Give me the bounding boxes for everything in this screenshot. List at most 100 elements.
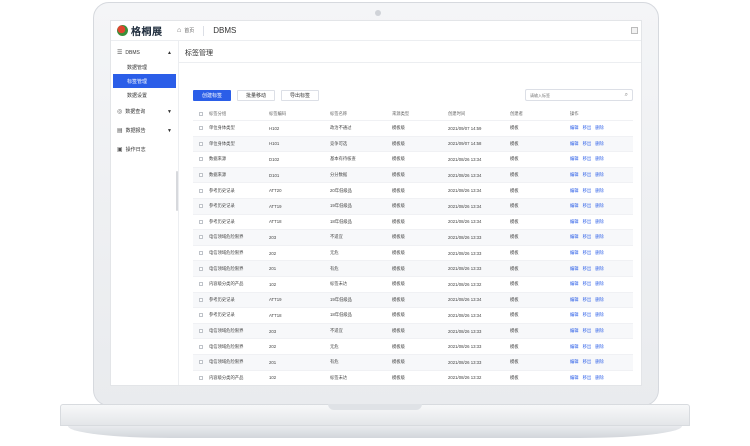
sidebar-item-data-management[interactable]: 数据管理	[111, 60, 178, 74]
avatar[interactable]	[631, 27, 638, 34]
row-checkbox[interactable]	[199, 282, 203, 287]
move-out-link[interactable]: 移出	[583, 219, 592, 225]
row-select-cell[interactable]	[193, 360, 209, 365]
row-checkbox[interactable]	[199, 157, 203, 162]
move-out-link[interactable]: 移出	[583, 141, 592, 147]
delete-link[interactable]: 删除	[595, 219, 604, 225]
delete-link[interactable]: 删除	[595, 125, 604, 131]
row-select-cell[interactable]	[193, 282, 209, 287]
move-out-link[interactable]: 移出	[583, 172, 592, 178]
delete-link[interactable]: 删除	[595, 188, 604, 194]
move-out-link[interactable]: 移出	[583, 297, 592, 303]
row-select-cell[interactable]	[193, 126, 209, 131]
row-select-cell[interactable]	[193, 313, 209, 318]
delete-link[interactable]: 删除	[595, 203, 604, 209]
row-checkbox[interactable]	[199, 126, 203, 131]
delete-link[interactable]: 删除	[595, 375, 604, 381]
edit-link[interactable]: 编辑	[570, 375, 579, 381]
sidebar-scrollbar[interactable]	[176, 171, 178, 211]
row-checkbox[interactable]	[199, 329, 203, 334]
edit-link[interactable]: 编辑	[570, 156, 579, 162]
row-checkbox[interactable]	[199, 297, 203, 302]
edit-link[interactable]: 编辑	[570, 312, 579, 318]
row-select-cell[interactable]	[193, 266, 209, 271]
edit-link[interactable]: 编辑	[570, 234, 579, 240]
row-checkbox[interactable]	[199, 266, 203, 271]
edit-link[interactable]: 编辑	[570, 297, 579, 303]
delete-link[interactable]: 删除	[595, 266, 604, 272]
row-select-cell[interactable]	[193, 219, 209, 224]
edit-link[interactable]: 编辑	[570, 219, 579, 225]
edit-link[interactable]: 编辑	[570, 172, 579, 178]
row-checkbox[interactable]	[199, 219, 203, 224]
edit-link[interactable]: 编辑	[570, 250, 579, 256]
move-out-link[interactable]: 移出	[583, 156, 592, 162]
move-out-link[interactable]: 移出	[583, 328, 592, 334]
delete-link[interactable]: 删除	[595, 250, 604, 256]
sidebar-group-dbms[interactable]: ☰ DBMS ▲	[111, 45, 178, 60]
move-out-link[interactable]: 移出	[583, 125, 592, 131]
move-out-link[interactable]: 移出	[583, 312, 592, 318]
sidebar-item-tag-management[interactable]: 标签管理	[113, 74, 176, 88]
row-checkbox[interactable]	[199, 188, 203, 193]
row-checkbox[interactable]	[199, 251, 203, 256]
delete-link[interactable]: 删除	[595, 359, 604, 365]
edit-link[interactable]: 编辑	[570, 328, 579, 334]
delete-link[interactable]: 删除	[595, 312, 604, 318]
delete-link[interactable]: 删除	[595, 297, 604, 303]
row-select-cell[interactable]	[193, 297, 209, 302]
row-select-cell[interactable]	[193, 375, 209, 380]
row-select-cell[interactable]	[193, 188, 209, 193]
search-input[interactable]	[530, 92, 618, 98]
select-all-checkbox[interactable]	[199, 112, 203, 116]
delete-link[interactable]: 删除	[595, 156, 604, 162]
move-out-link[interactable]: 移出	[583, 203, 592, 209]
edit-link[interactable]: 编辑	[570, 281, 579, 287]
row-checkbox[interactable]	[199, 375, 203, 380]
move-out-link[interactable]: 移出	[583, 375, 592, 381]
sidebar-group-log[interactable]: ▣ 操作日志	[111, 142, 178, 157]
sidebar-group-query[interactable]: ◎ 数据查询 ▼	[111, 104, 178, 119]
row-select-cell[interactable]	[193, 141, 209, 146]
row-select-cell[interactable]	[193, 204, 209, 209]
row-select-cell[interactable]	[193, 235, 209, 240]
move-out-link[interactable]: 移出	[583, 188, 592, 194]
move-out-link[interactable]: 移出	[583, 281, 592, 287]
delete-link[interactable]: 删除	[595, 141, 604, 147]
search-box[interactable]: ⌕	[525, 89, 633, 101]
delete-link[interactable]: 删除	[595, 281, 604, 287]
row-checkbox[interactable]	[199, 141, 203, 146]
create-tag-button[interactable]: 创建标签	[193, 90, 231, 101]
row-checkbox[interactable]	[199, 173, 203, 178]
row-checkbox[interactable]	[199, 360, 203, 365]
row-checkbox[interactable]	[199, 313, 203, 318]
row-select-cell[interactable]	[193, 173, 209, 178]
row-checkbox[interactable]	[199, 204, 203, 209]
move-out-link[interactable]: 移出	[583, 234, 592, 240]
row-select-cell[interactable]	[193, 329, 209, 334]
edit-link[interactable]: 编辑	[570, 266, 579, 272]
delete-link[interactable]: 删除	[595, 328, 604, 334]
edit-link[interactable]: 编辑	[570, 141, 579, 147]
edit-link[interactable]: 编辑	[570, 344, 579, 350]
move-out-link[interactable]: 移出	[583, 344, 592, 350]
row-select-cell[interactable]	[193, 251, 209, 256]
edit-link[interactable]: 编辑	[570, 188, 579, 194]
select-all-cell[interactable]	[193, 112, 209, 116]
row-select-cell[interactable]	[193, 157, 209, 162]
search-icon[interactable]: ⌕	[625, 92, 628, 99]
row-checkbox[interactable]	[199, 235, 203, 240]
delete-link[interactable]: 删除	[595, 344, 604, 350]
batch-move-button[interactable]: 批量移动	[237, 90, 275, 101]
edit-link[interactable]: 编辑	[570, 203, 579, 209]
home-link[interactable]: ⌂ 首页	[177, 27, 194, 34]
row-select-cell[interactable]	[193, 344, 209, 349]
move-out-link[interactable]: 移出	[583, 266, 592, 272]
row-checkbox[interactable]	[199, 344, 203, 349]
edit-link[interactable]: 编辑	[570, 359, 579, 365]
edit-link[interactable]: 编辑	[570, 125, 579, 131]
export-tag-button[interactable]: 导出标签	[281, 90, 319, 101]
sidebar-group-report[interactable]: ▤ 数据报告 ▼	[111, 123, 178, 138]
move-out-link[interactable]: 移出	[583, 250, 592, 256]
move-out-link[interactable]: 移出	[583, 359, 592, 365]
